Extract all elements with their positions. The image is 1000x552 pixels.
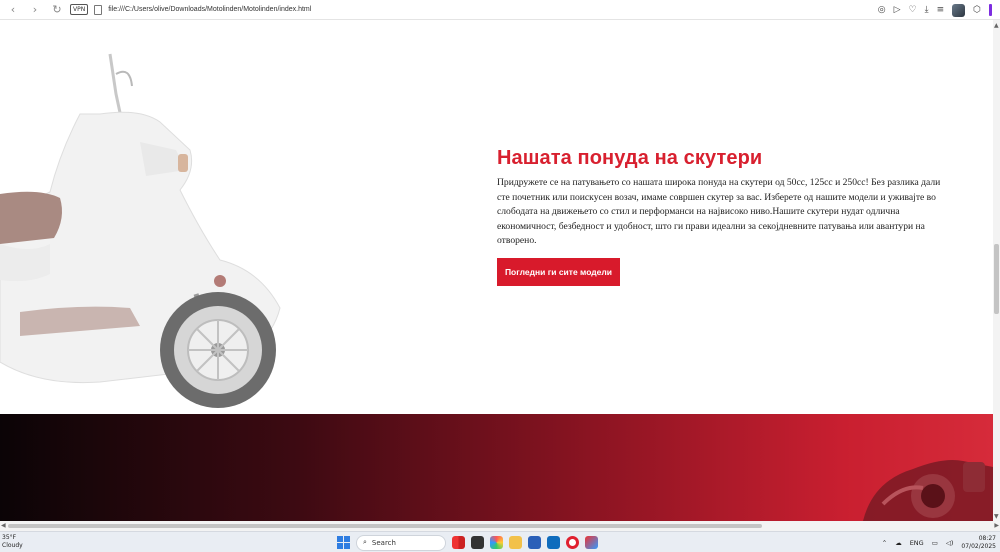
horizontal-scrollbar[interactable]: ◀ ▶ xyxy=(0,521,1000,531)
network-icon[interactable]: ▭ xyxy=(932,539,938,547)
section-description: Придружете се на патувањето со нашата ши… xyxy=(497,177,941,246)
scroll-right-icon[interactable]: ▶ xyxy=(994,522,999,529)
weather-widget[interactable]: 35°F Cloudy xyxy=(2,534,23,550)
download-icon[interactable]: ⤓ xyxy=(925,5,929,15)
windows-start-icon[interactable] xyxy=(337,536,350,549)
reload-icon[interactable]: ↻ xyxy=(50,3,64,16)
page-viewport: Нашата понуда на скутери Придружете се н… xyxy=(0,20,993,521)
browser-nav: ‹ › ↻ xyxy=(0,3,64,16)
opera-browser-icon[interactable] xyxy=(566,536,579,549)
scroll-left-icon[interactable]: ◀ xyxy=(1,522,6,529)
browser-actions: ◎ ▷ ♡ ⤓ ≡ ⬡ xyxy=(878,0,992,20)
cloud-icon[interactable]: ☁ xyxy=(895,539,902,547)
taskbar-search[interactable]: ⌕ Search xyxy=(356,534,446,551)
weather-temperature: 35°F xyxy=(2,534,17,541)
engine-image xyxy=(863,460,993,521)
dark-red-banner xyxy=(0,414,993,521)
forward-icon[interactable]: › xyxy=(28,3,42,16)
browser-toolbar: ‹ › ↻ VPN file:///C:/Users/olive/Downloa… xyxy=(0,0,1000,20)
menu-icon[interactable]: ≡ xyxy=(937,5,945,15)
scooter-offer-section: Нашата понуда на скутери Придружете се н… xyxy=(497,146,942,286)
address-bar[interactable]: file:///C:/Users/olive/Downloads/Motolin… xyxy=(108,6,311,13)
store-icon[interactable] xyxy=(528,536,541,549)
file-icon xyxy=(94,4,103,15)
file-explorer-icon[interactable] xyxy=(509,536,522,549)
horizontal-scroll-thumb[interactable] xyxy=(8,524,762,528)
system-tray: ⌃ ☁ ENG ▭ ◁) 08:27 07/02/2025 xyxy=(882,534,996,551)
taskbar-clock[interactable]: 08:27 07/02/2025 xyxy=(961,535,996,551)
sidebar-accent xyxy=(989,4,992,16)
search-label: Search xyxy=(371,538,396,547)
scroll-down-icon[interactable]: ▼ xyxy=(994,513,999,520)
taskbar: 35°F Cloudy ⌕ Search ⌃ ☁ ENG ▭ ◁) 08:27 … xyxy=(0,531,1000,552)
copilot-icon[interactable] xyxy=(490,536,503,549)
taskbar-apps: ⌕ Search xyxy=(337,534,598,551)
clock-date: 07/02/2025 xyxy=(961,542,996,550)
language-indicator[interactable]: ENG xyxy=(910,539,924,547)
search-icon: ⌕ xyxy=(363,538,367,546)
scooter-image xyxy=(0,53,281,408)
clock-time: 08:27 xyxy=(978,534,996,542)
chevron-up-icon[interactable]: ⌃ xyxy=(882,539,887,547)
outlook-icon[interactable] xyxy=(547,536,560,549)
vertical-scroll-thumb[interactable] xyxy=(994,244,999,314)
game-app-icon[interactable] xyxy=(452,536,465,549)
vertical-scrollbar[interactable]: ▲ ▼ xyxy=(993,20,1000,521)
view-all-models-button[interactable]: Погледни ги сите модели xyxy=(497,257,620,286)
task-view-icon[interactable] xyxy=(471,536,484,549)
section-heading: Нашата понуда на скутери xyxy=(497,147,763,169)
play-icon[interactable]: ▷ xyxy=(894,5,901,15)
extensions-icon[interactable]: ⬡ xyxy=(973,5,981,15)
camera-icon[interactable]: ◎ xyxy=(878,5,886,15)
vpn-badge[interactable]: VPN xyxy=(70,4,89,15)
profile-avatar[interactable] xyxy=(952,3,966,17)
scroll-up-icon[interactable]: ▲ xyxy=(994,22,999,29)
back-icon[interactable]: ‹ xyxy=(6,3,20,16)
heart-icon[interactable]: ♡ xyxy=(909,5,917,15)
weather-description: Cloudy xyxy=(2,542,23,549)
volume-icon[interactable]: ◁) xyxy=(946,539,954,547)
snipping-tool-icon[interactable] xyxy=(585,536,598,549)
